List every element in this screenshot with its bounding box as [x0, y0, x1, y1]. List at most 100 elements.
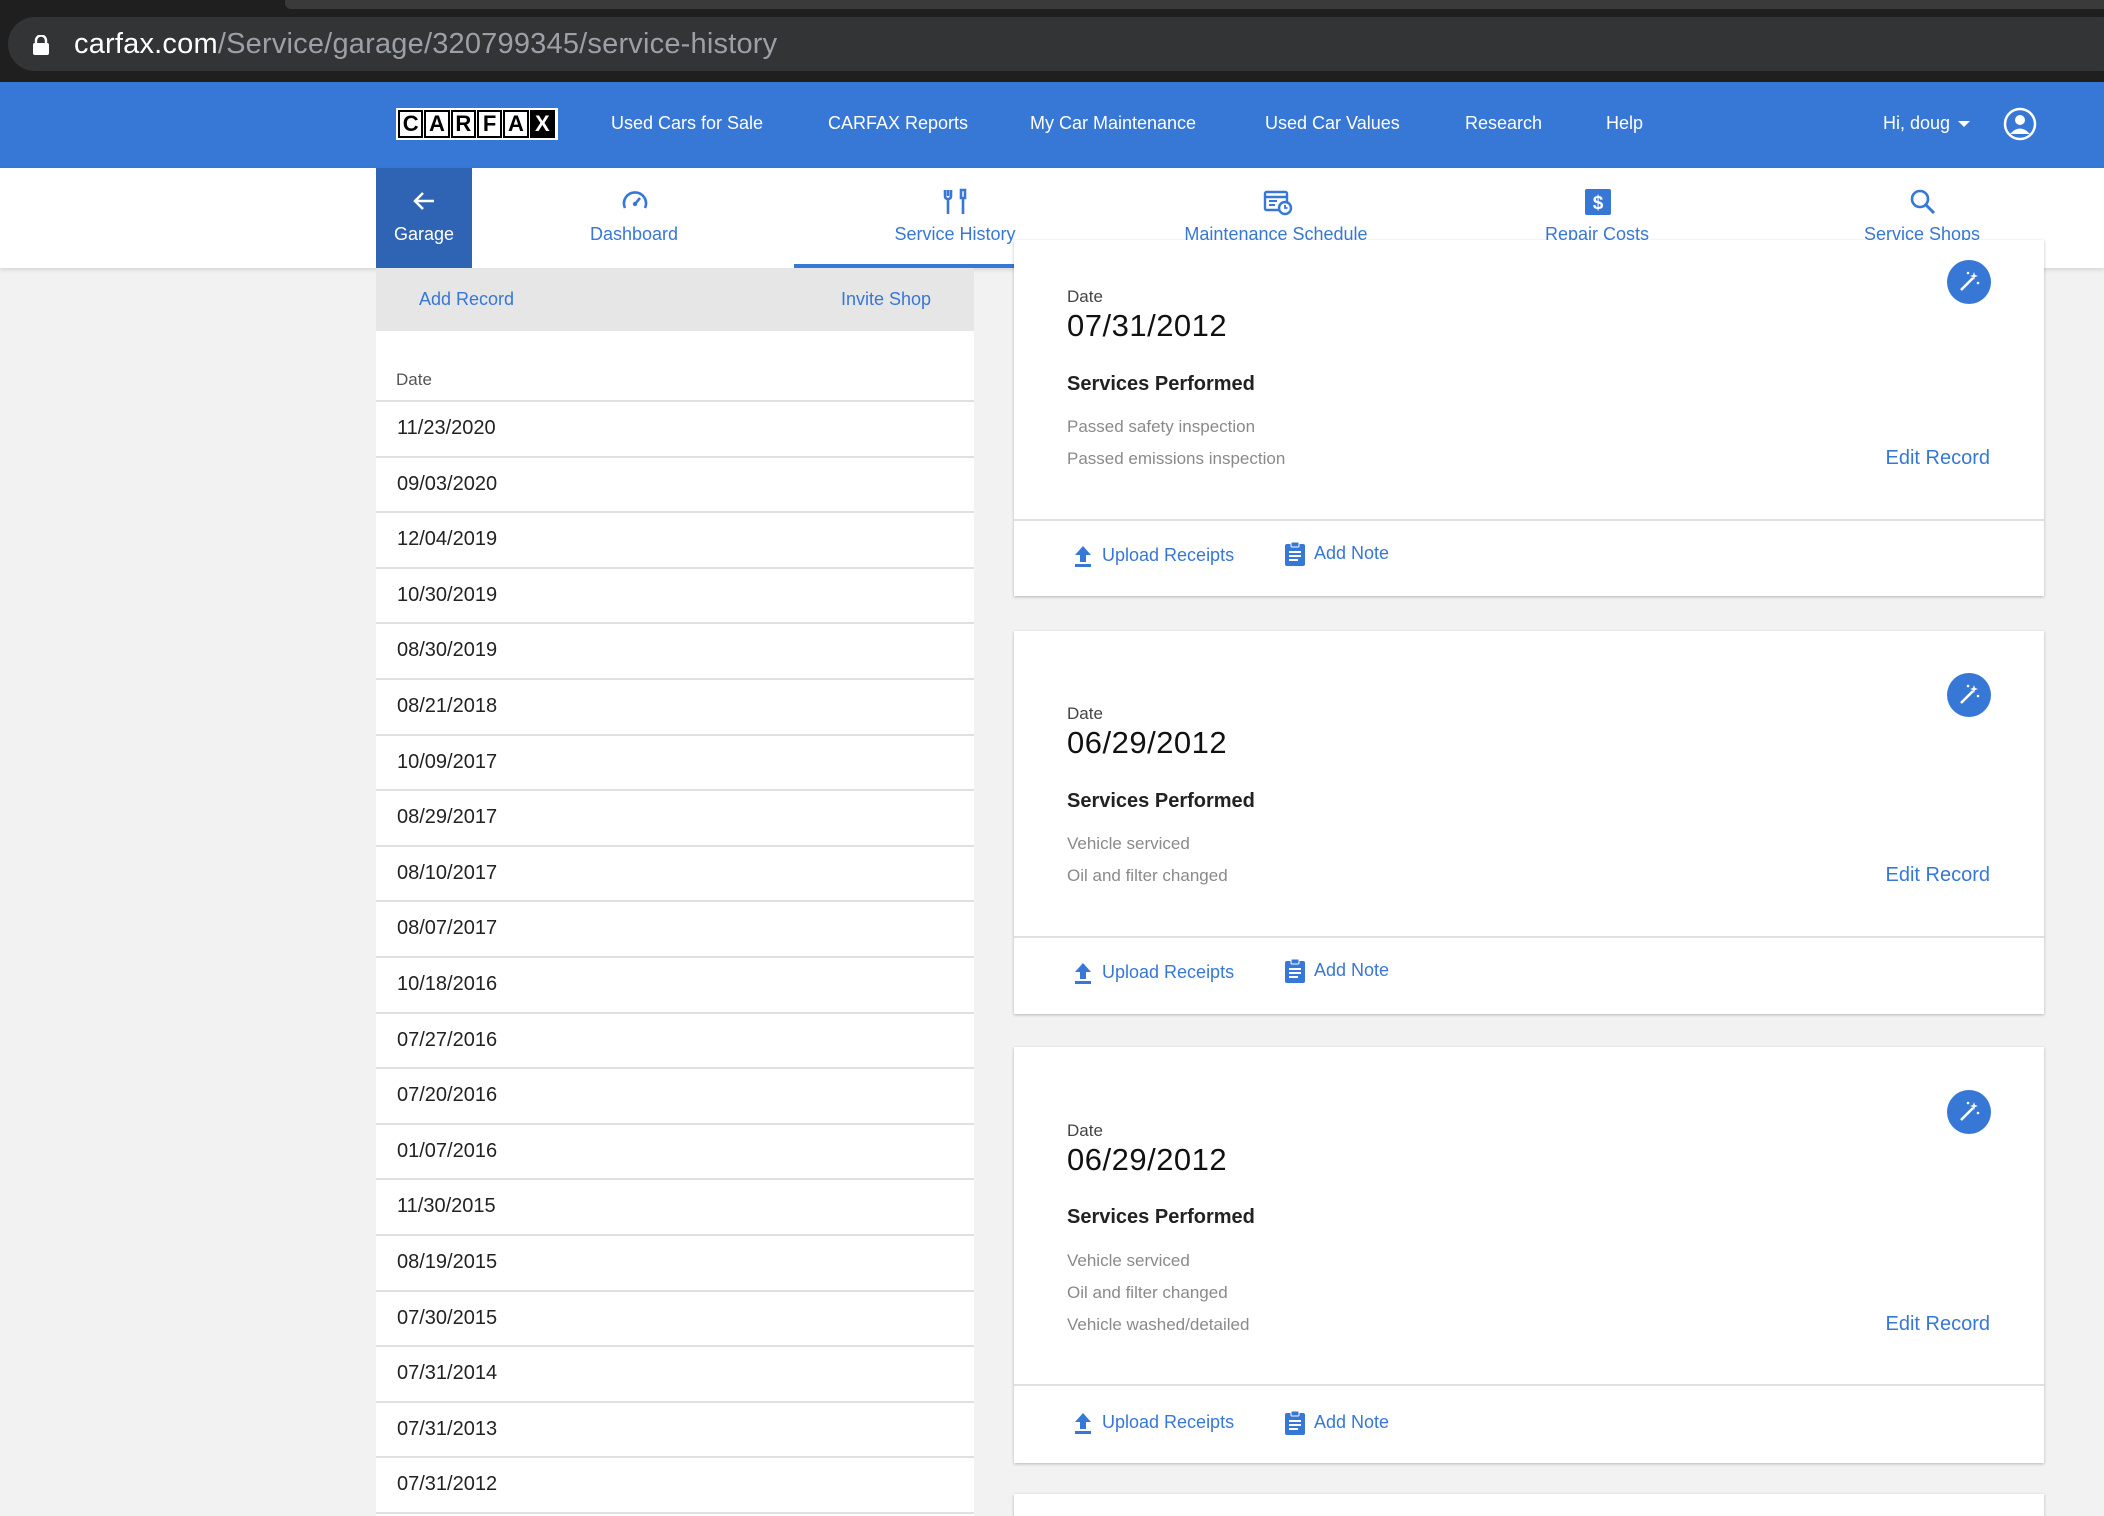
magic-wand-icon: [1960, 271, 1980, 291]
account-icon[interactable]: [2003, 107, 2037, 141]
list-item[interactable]: 08/21/2018: [376, 677, 974, 734]
services-title: Services Performed: [1067, 790, 1255, 812]
url-host: carfax.com: [74, 28, 218, 60]
logo-letter: X: [529, 110, 555, 138]
list-item[interactable]: 08/30/2019: [376, 622, 974, 678]
services-title: Services Performed: [1067, 1206, 1255, 1228]
auto-fill-button[interactable]: [1947, 673, 1991, 717]
add-record-link[interactable]: Add Record: [419, 287, 514, 311]
service-item: Vehicle washed/detailed: [1067, 1315, 1250, 1334]
list-item[interactable]: 08/29/2017: [376, 789, 974, 845]
left-toolbar: Add Record Invite Shop: [376, 268, 974, 331]
lock-icon: [33, 35, 49, 55]
nav-research[interactable]: Research: [1465, 110, 1542, 136]
list-item[interactable]: 11/23/2020: [376, 400, 974, 456]
upload-icon: [1075, 1413, 1091, 1435]
record-date: 06/29/2012: [1067, 725, 1228, 760]
service-record-card: Date 07/31/2012 Services Performed Passe…: [1014, 240, 2044, 596]
tab-dashboard[interactable]: Dashboard: [473, 168, 795, 268]
magic-wand-icon: [1960, 1101, 1980, 1121]
add-note-button[interactable]: Add Note: [1284, 541, 1389, 567]
list-item[interactable]: 10/18/2016: [376, 955, 974, 1012]
speedometer-icon: [622, 191, 648, 209]
nav-help[interactable]: Help: [1606, 110, 1643, 136]
carfax-logo[interactable]: C A R F A X: [396, 108, 558, 140]
logo-letter: R: [450, 110, 476, 138]
logo-letter: A: [503, 110, 529, 138]
list-item[interactable]: 07/31/2014: [376, 1345, 974, 1401]
list-item[interactable]: 09/03/2020: [376, 455, 974, 512]
clipboard-icon: [1285, 958, 1305, 984]
list-item[interactable]: 07/27/2016: [376, 1011, 974, 1068]
services-title: Services Performed: [1067, 373, 1255, 395]
upload-receipts-button[interactable]: Upload Receipts: [1072, 1410, 1234, 1435]
list-item[interactable]: 08/10/2017: [376, 844, 974, 901]
note-label: Add Note: [1314, 960, 1390, 980]
user-menu[interactable]: Hi, doug: [1883, 110, 1971, 136]
service-record-card: Date 06/29/2012 Services Performed Vehic…: [1014, 631, 2044, 1014]
date-label: Date: [1067, 1121, 1103, 1140]
list-item[interactable]: 10/09/2017: [376, 733, 974, 790]
list-item[interactable]: 10/30/2019: [376, 566, 974, 623]
service-item: Oil and filter changed: [1067, 866, 1228, 885]
note-label: Add Note: [1314, 1412, 1390, 1432]
add-note-button[interactable]: Add Note: [1284, 958, 1389, 984]
logo-letter: F: [476, 110, 503, 138]
garage-label: Garage: [393, 224, 455, 244]
chevron-down-icon: [1958, 121, 1971, 128]
service-date-list: Date 11/23/2020 09/03/2020 12/04/2019 10…: [376, 331, 974, 1516]
clipboard-icon: [1285, 541, 1305, 567]
list-item[interactable]: 07/20/2016: [376, 1067, 974, 1123]
upload-receipts-button[interactable]: Upload Receipts: [1072, 543, 1234, 568]
garage-back-button[interactable]: Garage: [376, 168, 472, 268]
calendar-clock-icon: [1263, 190, 1293, 216]
edit-record-link[interactable]: Edit Record: [1886, 862, 1991, 888]
list-item[interactable]: 08/07/2017: [376, 900, 974, 956]
upload-receipts-button[interactable]: Upload Receipts: [1072, 960, 1234, 985]
edit-record-link[interactable]: Edit Record: [1886, 1311, 1991, 1337]
logo-letter: C: [398, 110, 424, 138]
service-record-card: Date 06/29/2012 Services Performed Vehic…: [1014, 1047, 2044, 1463]
date-label: Date: [1067, 704, 1103, 723]
clipboard-icon: [1285, 1410, 1305, 1436]
list-item[interactable]: 12/04/2019: [376, 511, 974, 567]
url-text[interactable]: carfax.com/Service/garage/320799345/serv…: [74, 26, 777, 62]
divider: [1014, 936, 2044, 938]
list-item[interactable]: 01/07/2016: [376, 1122, 974, 1179]
date-column-header: Date: [396, 370, 432, 389]
list-item[interactable]: 07/31/2013: [376, 1400, 974, 1457]
service-item: Oil and filter changed: [1067, 1283, 1228, 1302]
service-item: Vehicle serviced: [1067, 1251, 1190, 1270]
list-rows: 11/23/2020 09/03/2020 12/04/2019 10/30/2…: [376, 400, 974, 1516]
record-date: 07/31/2012: [1067, 308, 1228, 343]
list-item[interactable]: 11/30/2015: [376, 1178, 974, 1234]
nav-carfax-reports[interactable]: CARFAX Reports: [828, 110, 968, 136]
tab-label: Dashboard: [589, 224, 679, 244]
record-date: 06/29/2012: [1067, 1142, 1228, 1177]
divider: [1014, 519, 2044, 521]
browser-bar: carfax.com/Service/garage/320799345/serv…: [0, 0, 2104, 82]
list-item: [376, 1511, 974, 1516]
upload-icon: [1075, 546, 1091, 568]
list-item[interactable]: 07/31/2012: [376, 1456, 974, 1512]
note-label: Add Note: [1314, 543, 1390, 563]
magic-wand-icon: [1960, 684, 1980, 704]
invite-shop-link[interactable]: Invite Shop: [841, 287, 931, 311]
dollar-icon: $: [1585, 189, 1611, 215]
nav-used-cars-for-sale[interactable]: Used Cars for Sale: [611, 110, 763, 136]
upload-icon: [1075, 963, 1091, 985]
service-record-card: [1014, 1494, 2044, 1516]
auto-fill-button[interactable]: [1947, 260, 1991, 304]
nav-used-car-values[interactable]: Used Car Values: [1265, 110, 1400, 136]
edit-record-link[interactable]: Edit Record: [1886, 445, 1991, 471]
upload-label: Upload Receipts: [1102, 962, 1235, 982]
auto-fill-button[interactable]: [1947, 1090, 1991, 1134]
arrow-left-icon: [413, 192, 434, 210]
nav-my-car-maintenance[interactable]: My Car Maintenance: [1030, 110, 1196, 136]
list-item[interactable]: 07/30/2015: [376, 1289, 974, 1346]
service-item: Vehicle serviced: [1067, 834, 1190, 853]
upload-label: Upload Receipts: [1102, 1412, 1235, 1432]
list-item[interactable]: 08/19/2015: [376, 1233, 974, 1290]
svg-text:$: $: [1593, 193, 1604, 214]
add-note-button[interactable]: Add Note: [1284, 1410, 1389, 1436]
